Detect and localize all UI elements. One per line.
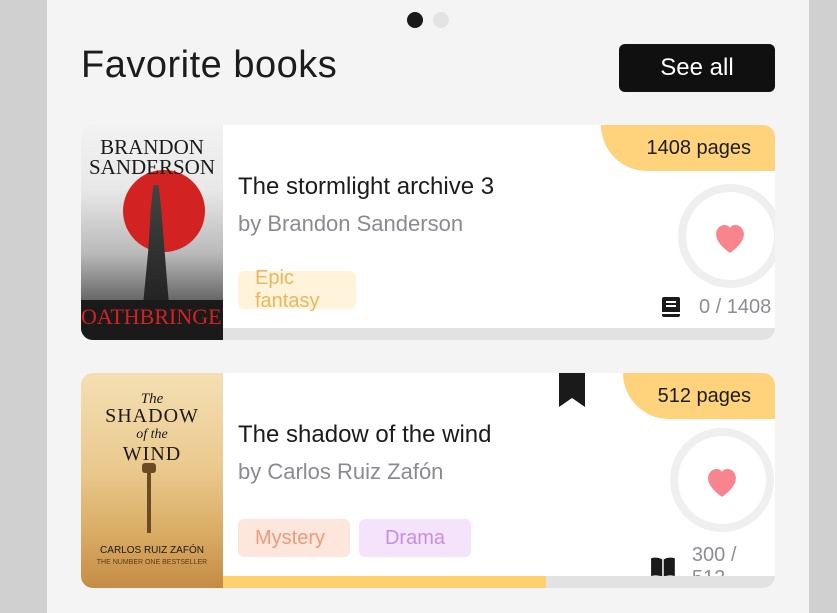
book-author: by Brandon Sanderson <box>238 211 464 236</box>
bookmark-icon[interactable] <box>559 373 585 407</box>
favorite-button[interactable] <box>670 428 774 532</box>
cover-title-line-2: SHADOW <box>105 405 199 427</box>
genre-tag-drama[interactable]: Drama <box>359 519 471 557</box>
cover-author-last: SANDERSON <box>88 155 216 179</box>
progress-count: 0 / 1408 <box>699 295 772 318</box>
book-title[interactable]: The shadow of the wind <box>238 421 492 449</box>
cover-title-line-3: of the <box>136 427 168 442</box>
favorite-button[interactable] <box>678 184 775 288</box>
cover-art-sun <box>123 170 205 252</box>
genre-tags: Epic fantasy <box>238 267 356 312</box>
book-title[interactable]: The stormlight archive 3 <box>238 173 494 201</box>
favorites-panel: Favorite books See all BRANDON SANDERSON… <box>47 0 809 613</box>
pages-badge: 512 pages <box>623 373 775 419</box>
reading-progress: 0 / 1408 <box>659 295 771 319</box>
book-card[interactable]: BRANDON SANDERSON OATHBRINGER 1408 pages… <box>81 125 775 340</box>
book-cover: BRANDON SANDERSON OATHBRINGER <box>81 125 223 340</box>
cover-author: CARLOS RUIZ ZAFÓN <box>100 545 204 556</box>
book-author: by Carlos Ruiz Zafón <box>238 459 444 484</box>
cover-tagline: THE NUMBER ONE BESTSELLER <box>96 559 208 566</box>
pages-badge: 1408 pages <box>601 125 775 171</box>
pager-dots <box>407 12 449 28</box>
book-card[interactable]: The SHADOW of the WIND CARLOS RUIZ ZAFÓN… <box>81 373 775 588</box>
pager-dot-2[interactable] <box>433 12 449 28</box>
book-icon <box>662 297 680 317</box>
heart-icon <box>716 224 744 253</box>
see-all-button[interactable]: See all <box>619 44 775 92</box>
section-title: Favorite books <box>81 44 338 86</box>
genre-tag-epic-fantasy[interactable]: Epic fantasy <box>238 267 356 312</box>
genre-tags: Mystery Drama <box>238 519 471 557</box>
cover-title: OATHBRINGER <box>81 304 223 329</box>
progress-bar-fill <box>223 576 547 588</box>
cover-art-lamppost <box>142 463 156 533</box>
progress-bar <box>223 328 775 340</box>
pager-dot-1[interactable] <box>407 12 423 28</box>
genre-tag-mystery[interactable]: Mystery <box>238 519 350 557</box>
book-cover: The SHADOW of the WIND CARLOS RUIZ ZAFÓN… <box>81 373 223 588</box>
heart-icon <box>708 468 736 497</box>
progress-bar <box>223 576 775 588</box>
